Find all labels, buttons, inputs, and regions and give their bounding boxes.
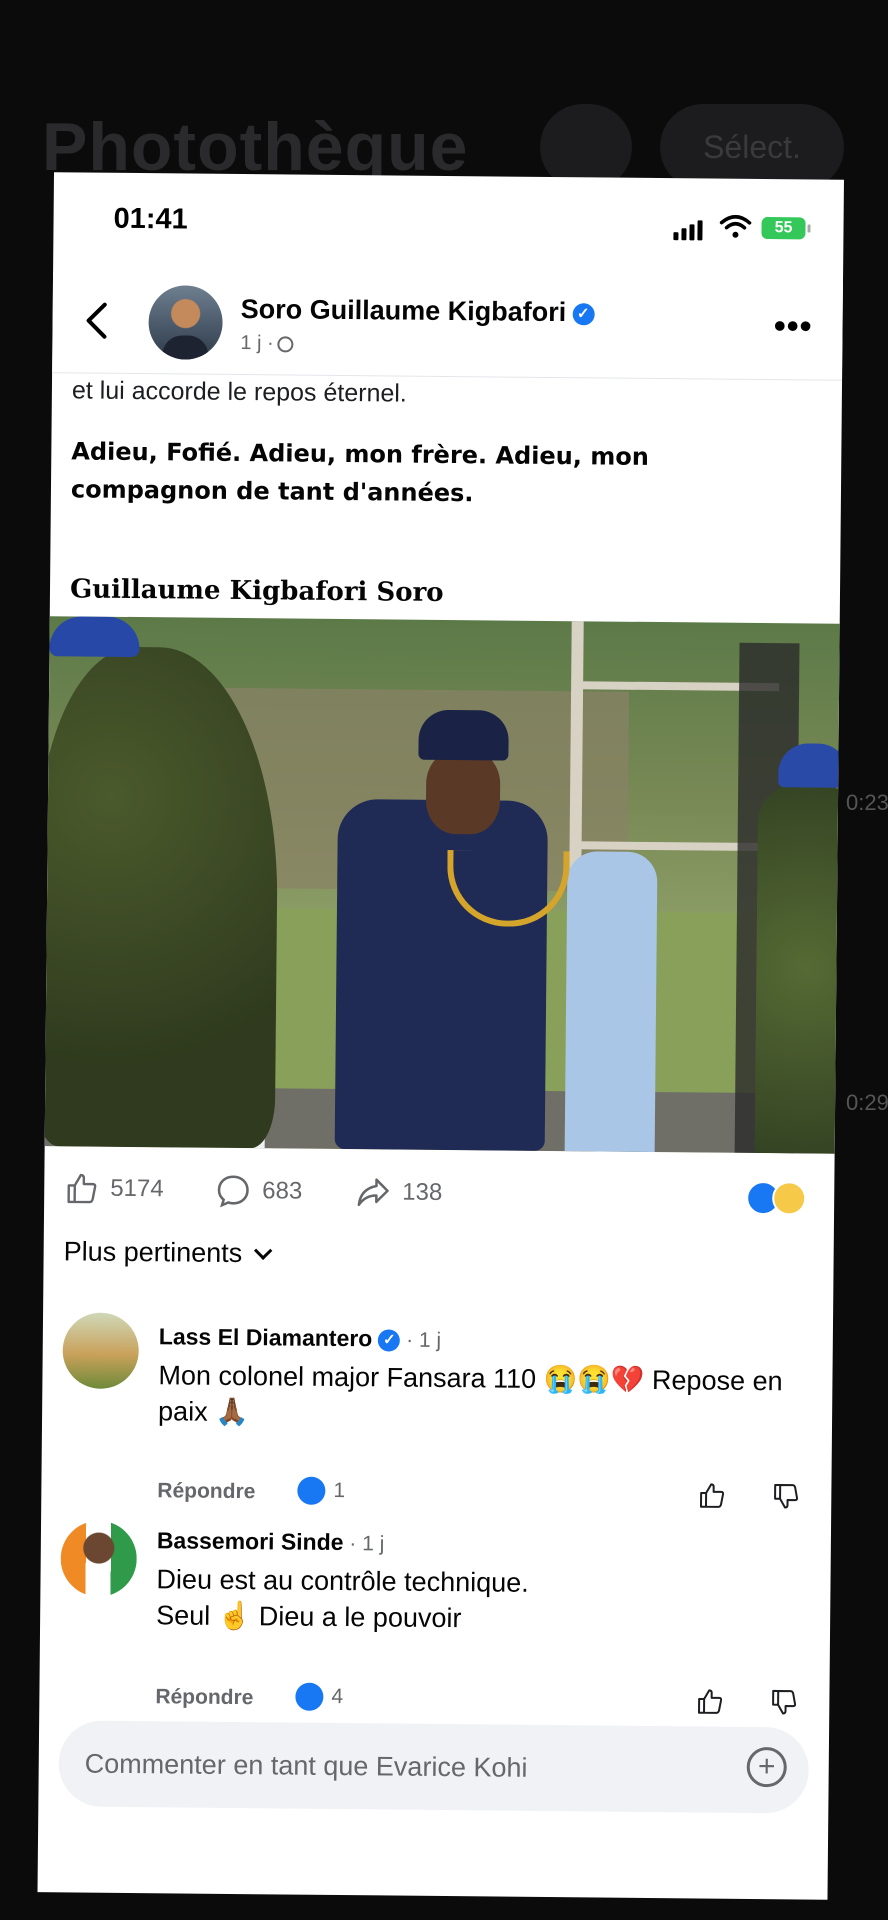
status-time: 01:41: [113, 202, 188, 236]
share-button[interactable]: 138: [354, 1173, 442, 1212]
plus-icon: +: [757, 1750, 776, 1784]
like-reaction-icon: [297, 1476, 326, 1505]
background-select-button[interactable]: Sélect.: [660, 104, 844, 190]
comment-time: · 1 j: [400, 1328, 442, 1352]
author-name-row[interactable]: Soro Guillaume Kigbafori ✓: [241, 294, 595, 328]
post-farewell-text: Adieu, Fofié. Adieu, mon frère. Adieu, m…: [70, 437, 650, 508]
comment-like-count: 4: [295, 1682, 344, 1711]
facebook-post-screenshot: 01:41 55 Soro Guillaume Kigbafori ✓ 1 j ·…: [37, 172, 844, 1900]
thumbs-up-icon[interactable]: [695, 1686, 725, 1716]
post-photo[interactable]: [44, 616, 840, 1154]
add-attachment-button[interactable]: +: [746, 1746, 787, 1788]
author-avatar[interactable]: [148, 285, 223, 360]
post-signature: Guillaume Kigbafori Soro: [69, 574, 444, 608]
post-header: Soro Guillaume Kigbafori ✓ 1 j · •••: [52, 272, 844, 381]
reaction-bar: 5174 683 138: [44, 1158, 835, 1226]
comments-count: 683: [262, 1177, 303, 1205]
status-bar: 01:41 55: [53, 172, 844, 260]
commenter-name[interactable]: Lass El Diamantero: [159, 1323, 373, 1351]
verified-badge-icon: ✓: [378, 1329, 401, 1352]
comment-text-line: Dieu est au contrôle technique.: [156, 1564, 529, 1598]
author-name[interactable]: Soro Guillaume Kigbafori: [241, 294, 567, 327]
comment-text: Mon colonel major Fansara 110 😭😭💔 Repose…: [157, 1360, 783, 1428]
wifi-icon: [719, 215, 752, 238]
commenter-name-row[interactable]: Lass El Diamantero ✓ · 1 j: [159, 1323, 442, 1353]
comment-button[interactable]: 683: [214, 1172, 302, 1211]
thumbs-down-icon[interactable]: [769, 1687, 799, 1717]
thumbs-down-icon[interactable]: [771, 1481, 801, 1511]
sort-label: Plus pertinents: [63, 1236, 243, 1269]
comment-input[interactable]: [82, 1738, 707, 1795]
battery-tip: [807, 224, 811, 233]
back-button[interactable]: [84, 301, 108, 351]
commenter-avatar[interactable]: [60, 1520, 138, 1598]
reaction-summary[interactable]: [746, 1180, 807, 1216]
commenter-name-row[interactable]: Bassemori Sinde · 1 j: [157, 1527, 385, 1556]
battery-icon: 55: [761, 217, 806, 240]
reply-button[interactable]: Répondre: [157, 1479, 255, 1504]
chevron-down-icon: [253, 1241, 272, 1260]
background-thumb-duration: 0:23: [846, 790, 888, 815]
like-reaction-icon: [295, 1682, 324, 1711]
thumbs-up-icon: [67, 1173, 97, 1204]
comment-item: Bassemori Sinde · 1 j Dieu est au contrô…: [41, 1520, 831, 1715]
comment-time: · 1 j: [343, 1532, 385, 1556]
like-button[interactable]: 5174: [64, 1170, 164, 1207]
comment-sort-dropdown[interactable]: Plus pertinents: [63, 1236, 272, 1269]
likes-count: 5174: [110, 1174, 164, 1203]
background-thumb-duration: 0:29: [846, 1090, 888, 1115]
shares-count: 138: [402, 1178, 443, 1206]
comment-likes-number: 1: [333, 1478, 346, 1503]
thumbs-up-icon[interactable]: [697, 1480, 727, 1510]
share-arrow-icon: [357, 1178, 389, 1207]
comment-like-count: 1: [297, 1476, 346, 1505]
comment-vote-buttons: [697, 1480, 801, 1511]
globe-icon: [277, 336, 294, 353]
comment-text-line: Seul ☝️ Dieu a le pouvoir: [156, 1600, 462, 1634]
verified-badge-icon: ✓: [572, 303, 595, 326]
comment-bubble-icon: [217, 1175, 249, 1208]
sad-reaction-icon: [772, 1181, 807, 1216]
reply-button[interactable]: Répondre: [155, 1685, 253, 1710]
battery-level: 55: [774, 219, 793, 237]
comment-item: Lass El Diamantero ✓ · 1 j Mon colonel ma…: [43, 1312, 833, 1509]
post-text-tail: et lui accorde le repos éternel.: [71, 376, 407, 408]
comment-likes-number: 4: [331, 1684, 344, 1709]
comment-composer: +: [58, 1720, 810, 1814]
commenter-avatar[interactable]: [62, 1312, 140, 1390]
more-options-button[interactable]: •••: [774, 307, 813, 346]
post-time: 1 j ·: [240, 332, 274, 355]
comment-text: Dieu est au contrôle technique. Seul ☝️ …: [156, 1561, 797, 1639]
cellular-signal-icon: [673, 220, 703, 241]
comment-vote-buttons: [695, 1686, 799, 1717]
post-meta: 1 j ·: [240, 332, 294, 356]
commenter-name[interactable]: Bassemori Sinde: [157, 1527, 344, 1555]
chevron-left-icon: [86, 302, 107, 339]
